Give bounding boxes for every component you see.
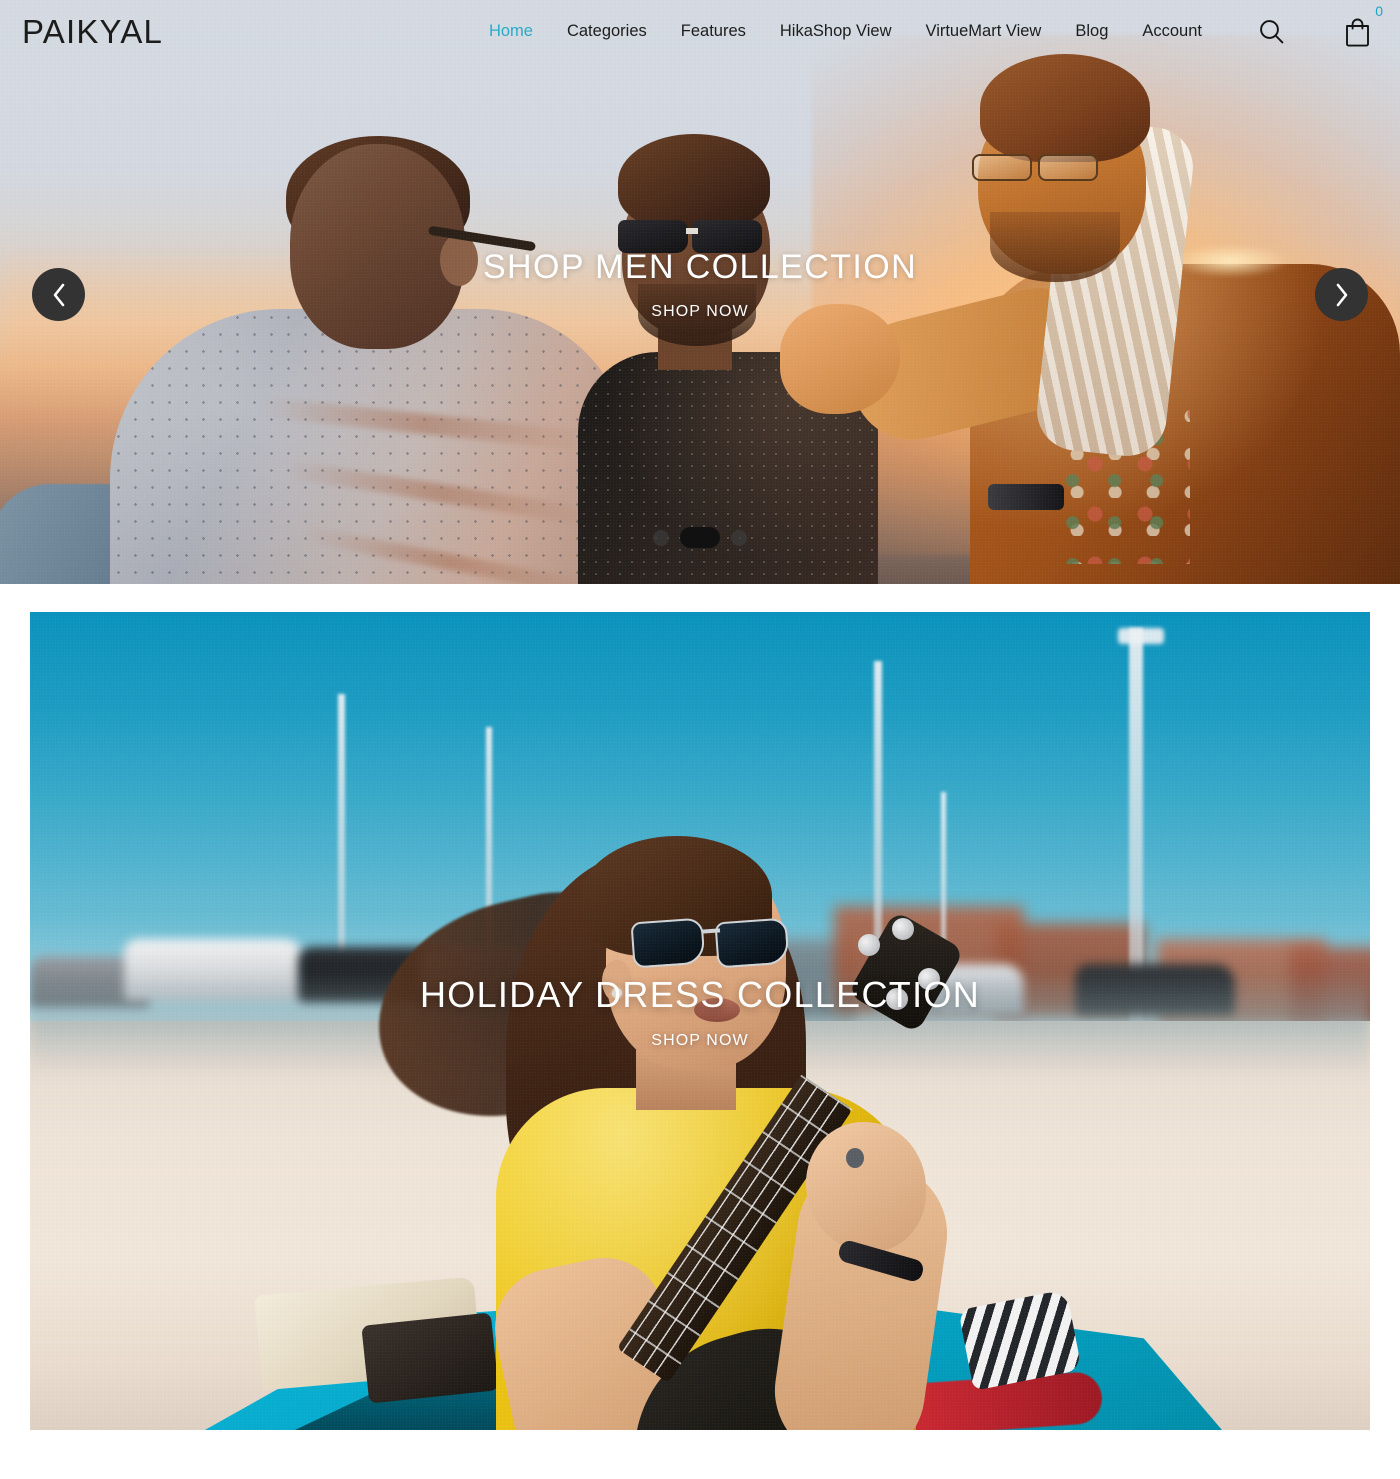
slider-prev-button[interactable] — [32, 268, 85, 321]
chevron-right-icon — [1336, 283, 1347, 306]
slider-dot-1[interactable] — [653, 529, 669, 546]
eyeglass-lens — [972, 154, 1032, 181]
shopping-bag-icon — [1346, 18, 1369, 47]
nav-item-blog[interactable]: Blog — [1075, 22, 1108, 41]
main-navigation: Home Categories Features HikaShop View V… — [489, 4, 1400, 47]
hair — [980, 54, 1150, 162]
promo-banner[interactable]: B E — [30, 612, 1370, 1430]
hero-title: SHOP MEN COLLECTION — [482, 248, 918, 286]
slider-next-button[interactable] — [1315, 268, 1368, 321]
sunglass-lens — [714, 917, 790, 969]
light-pole-head — [1118, 628, 1165, 645]
chevron-left-icon — [53, 283, 64, 306]
slider-dot-3[interactable] — [731, 529, 747, 546]
hair — [618, 134, 770, 230]
sunglass-bridge — [686, 228, 698, 234]
bag-dark-section — [361, 1312, 499, 1404]
person-woman: B E — [355, 792, 965, 1430]
site-header: PAIKYAL Home Categories Features HikaSho… — [0, 0, 1400, 62]
search-button[interactable] — [1258, 18, 1285, 45]
sunglass-lens — [630, 917, 706, 969]
hero-shop-now-link[interactable]: SHOP NOW — [651, 303, 748, 321]
nav-item-hikashop-view[interactable]: HikaShop View — [780, 22, 892, 41]
promo-title: HOLIDAY DRESS COLLECTION — [419, 974, 980, 1015]
wristwatch — [988, 484, 1064, 510]
tuning-peg — [891, 917, 914, 940]
slider-pagination — [0, 527, 1400, 548]
eyeglasses-icon — [972, 154, 1122, 182]
promo-shop-now-link[interactable]: SHOP NOW — [651, 1032, 748, 1050]
tuning-peg — [857, 933, 880, 956]
person-left — [0, 134, 630, 584]
ring — [845, 1147, 864, 1168]
search-icon — [1260, 19, 1284, 43]
nav-item-home[interactable]: Home — [489, 22, 533, 41]
slider-dot-2[interactable] — [680, 527, 720, 548]
hero-caption: SHOP MEN COLLECTION SHOP NOW — [0, 248, 1400, 321]
nav-item-virtuemart-view[interactable]: VirtueMart View — [925, 22, 1041, 41]
cart-count-badge: 0 — [1375, 2, 1383, 19]
nav-item-categories[interactable]: Categories — [567, 22, 647, 41]
hero-slider: SHOP MEN COLLECTION SHOP NOW — [0, 0, 1400, 584]
eyeglass-lens — [1038, 154, 1098, 181]
nav-item-account[interactable]: Account — [1142, 22, 1202, 41]
nav-item-features[interactable]: Features — [681, 22, 746, 41]
page-root: SHOP MEN COLLECTION SHOP NOW PAIKYAL Hom… — [0, 0, 1400, 1479]
brand-logo[interactable]: PAIKYAL — [22, 15, 163, 48]
cart-button[interactable]: 0 — [1343, 4, 1383, 47]
sunglasses-icon — [630, 917, 792, 969]
promo-caption: HOLIDAY DRESS COLLECTION SHOP NOW — [30, 974, 1370, 1050]
